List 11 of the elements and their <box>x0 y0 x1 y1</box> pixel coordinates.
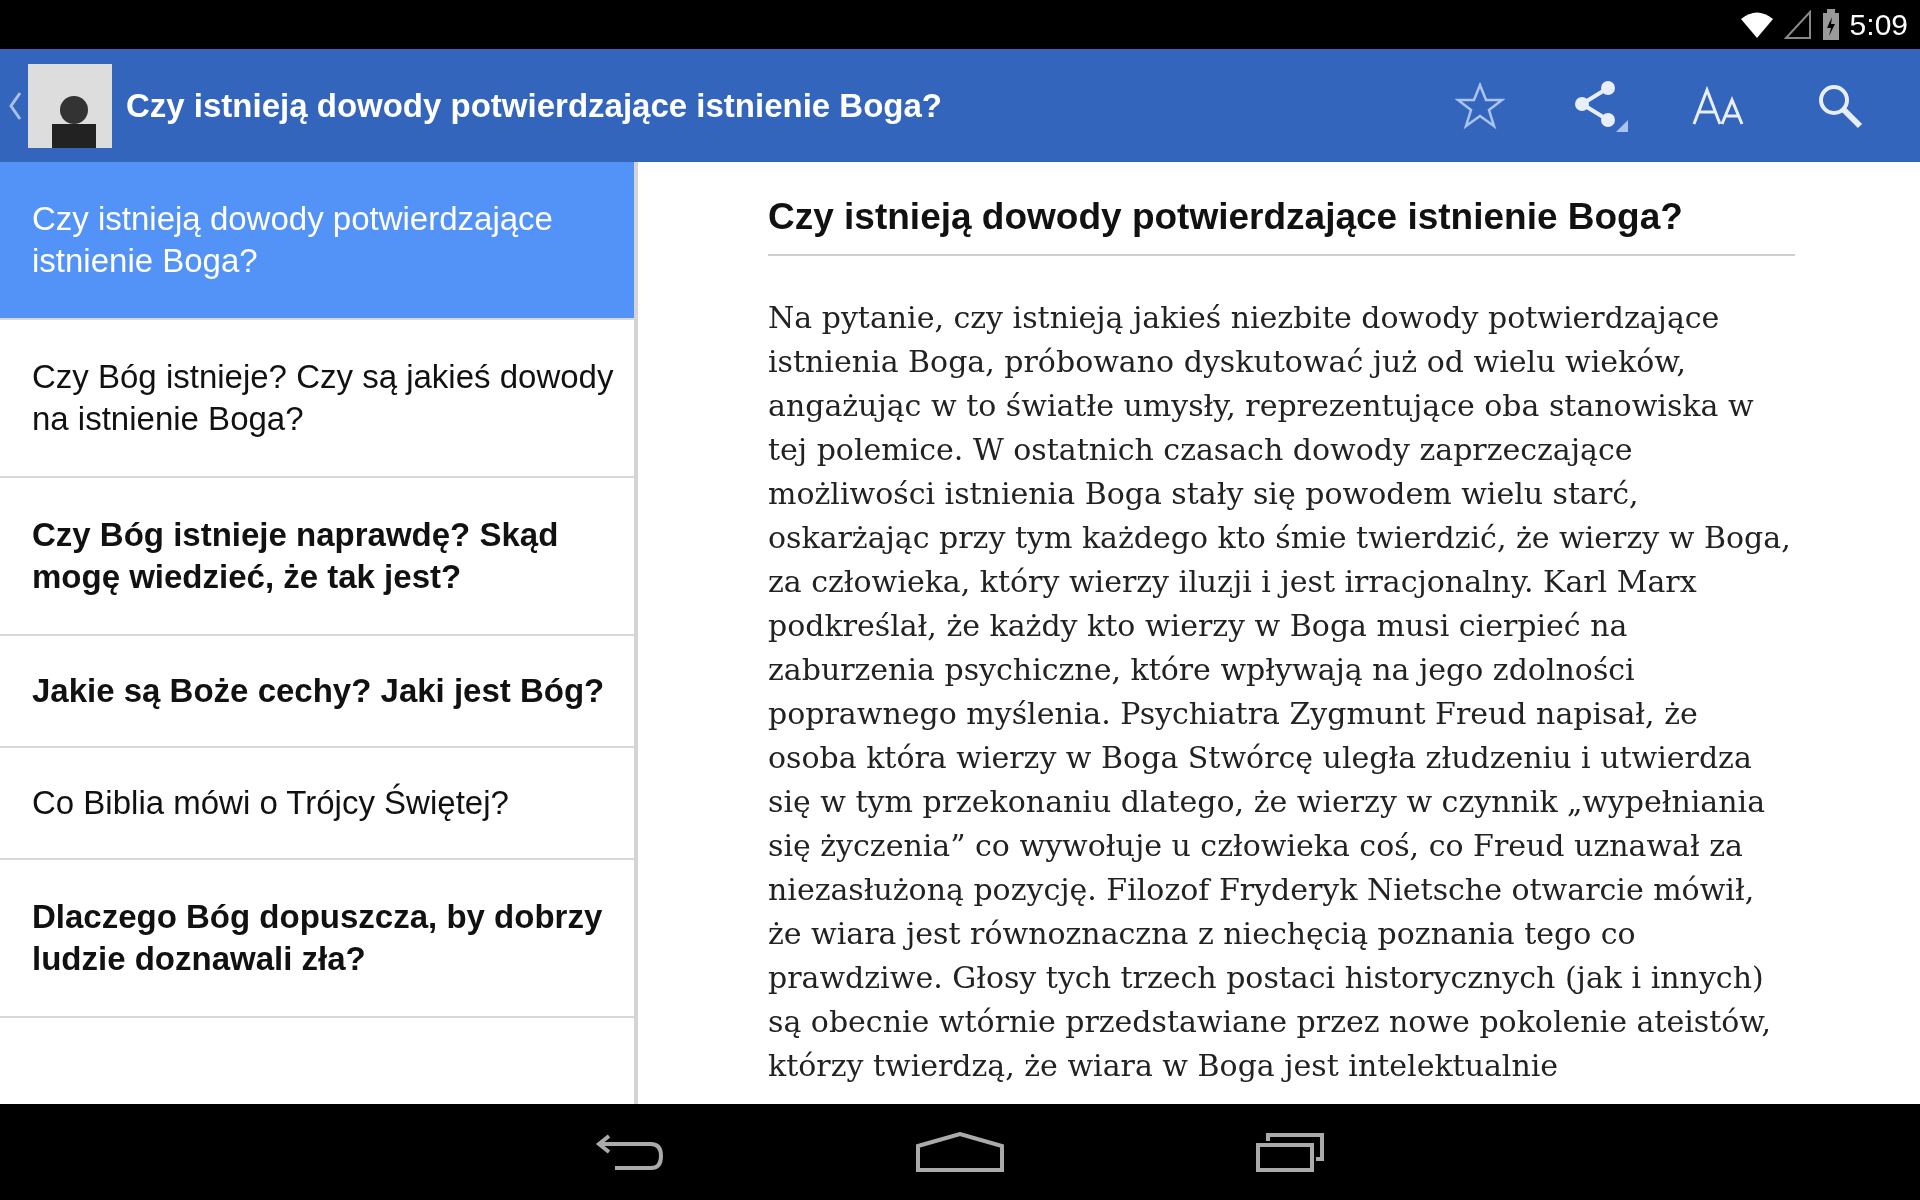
article-text: Na pytanie, czy istnieją jakieś niezbite dowody potwierdzające istnienia Boga, próbowano dyskutować już od wielu wieków, angażując w to światłe umysły, reprezentujące oba stanowiska w tej polemice. W ostatnich czasach dowody zaprzeczające możliwości istnienia Boga stały się powodem wielu starć, oskarżając przy tym każdego kto śmie twierdzić, że wierzy w Boga, za człowieka, który wierzy iluzji i jest irracjonalny. Karl Marx podkreślał, że każdy kto wierzy w Boga musi cierpieć na zaburzenia psychiczne, które wpływają na jego zdolności poprawnego myślenia. Psychiatra Zygmunt Freud napisał, że osoba która wierzy w Boga Stwórcę uległa złudzeniu i utwierdza się w tym przekonaniu dlatego, że wierzy w czynnik „wypełniania się życzenia” co wywołuje u człowieka coś, co Freud uznawał za niezasłużoną pozycję. Filozof Fryderyk Nietsche otwarcie mówił, że wiara jest równoznaczna z niechęcią poznania tego co prawdziwe. Głosy tych trzech postaci historycznych (jak i innych) są obecnie wtórnie przedstawiane przez nowe pokolenie ateistów, którzy twierdzą, że wiara w Boga jest intelektualnie <box>768 299 1792 1085</box>
recent-apps-icon <box>1255 1131 1325 1173</box>
back-caret-icon[interactable] <box>8 90 22 121</box>
battery-icon <box>1821 8 1840 41</box>
star-icon <box>1455 81 1505 130</box>
status-time: 5:09 <box>1849 7 1908 42</box>
home-icon <box>915 1132 1005 1172</box>
app-bar-title: Czy istnieją dowody potwierdzające istnienie Boga? <box>126 86 943 125</box>
article-heading: Czy istnieją dowody potwierdzające istnienie Boga? <box>768 196 1795 256</box>
signal-icon <box>1783 9 1812 40</box>
back-arrow-icon <box>595 1132 665 1172</box>
